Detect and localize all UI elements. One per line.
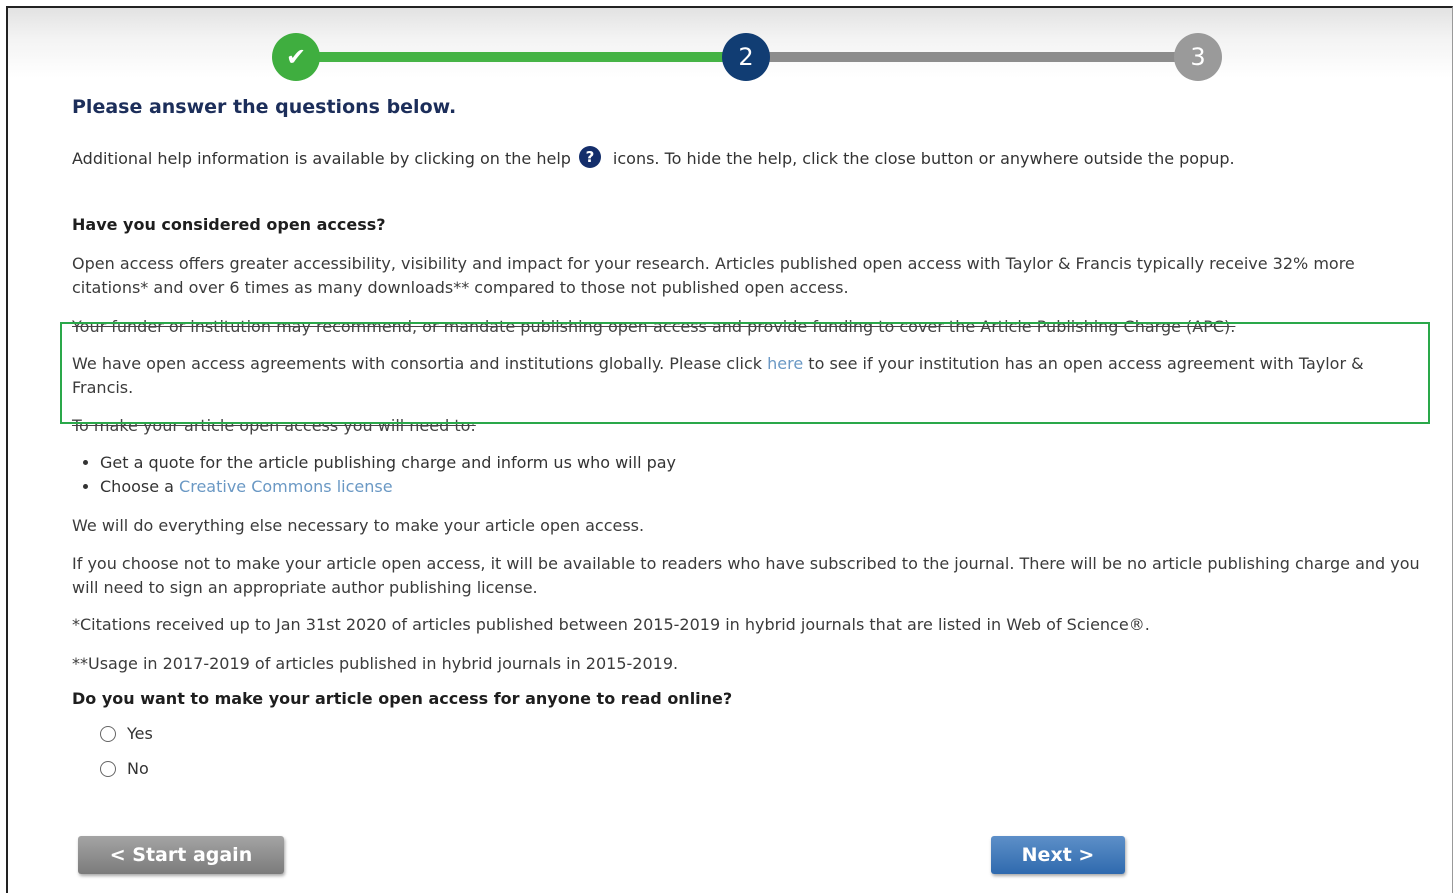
question-open-access-choice-heading: Do you want to make your article open ac…: [72, 689, 733, 708]
not-open-access-text: If you choose not to make your article o…: [72, 554, 1420, 597]
question-open-access-heading: Have you considered open access?: [72, 215, 386, 234]
page-frame: [6, 6, 1453, 893]
radio-option-yes[interactable]: Yes: [100, 724, 153, 743]
help-text-before: Additional help information is available…: [72, 149, 571, 168]
highlight-box: [60, 322, 1430, 424]
help-icon[interactable]: ?: [578, 146, 601, 168]
step-2-current: 2: [722, 33, 770, 81]
page-title: Please answer the questions below.: [72, 96, 457, 118]
progress-stepper: ✔ 2 3: [270, 30, 1230, 86]
open-access-benefits-text: Open access offers greater accessibility…: [72, 254, 1355, 297]
list-item: Choose a Creative Commons license: [100, 475, 676, 499]
radio-option-no[interactable]: No: [100, 759, 149, 778]
next-button[interactable]: Next >: [991, 836, 1125, 874]
radio-no[interactable]: [100, 760, 116, 777]
radio-yes[interactable]: [100, 725, 116, 742]
step-1-checkmark-icon: ✔: [272, 33, 320, 81]
help-instructions: Additional help information is available…: [72, 146, 1235, 168]
list-item-text: Choose a: [100, 477, 180, 496]
help-text-after: icons. To hide the help, click the close…: [612, 149, 1235, 168]
progress-track-complete: [290, 52, 750, 62]
creative-commons-link[interactable]: Creative Commons license: [179, 477, 393, 496]
radio-yes-label: Yes: [127, 724, 153, 743]
progress-track-remaining: [750, 52, 1200, 62]
everything-else-text: We will do everything else necessary to …: [72, 516, 645, 535]
step-3-upcoming: 3: [1174, 33, 1222, 81]
citations-footnote: *Citations received up to Jan 31st 2020 …: [72, 615, 1150, 634]
start-again-button[interactable]: < Start again: [78, 836, 284, 874]
list-item: Get a quote for the article publishing c…: [100, 451, 676, 475]
usage-footnote: **Usage in 2017-2019 of articles publish…: [72, 654, 679, 673]
requirements-list: Get a quote for the article publishing c…: [72, 451, 676, 499]
radio-no-label: No: [127, 759, 149, 778]
